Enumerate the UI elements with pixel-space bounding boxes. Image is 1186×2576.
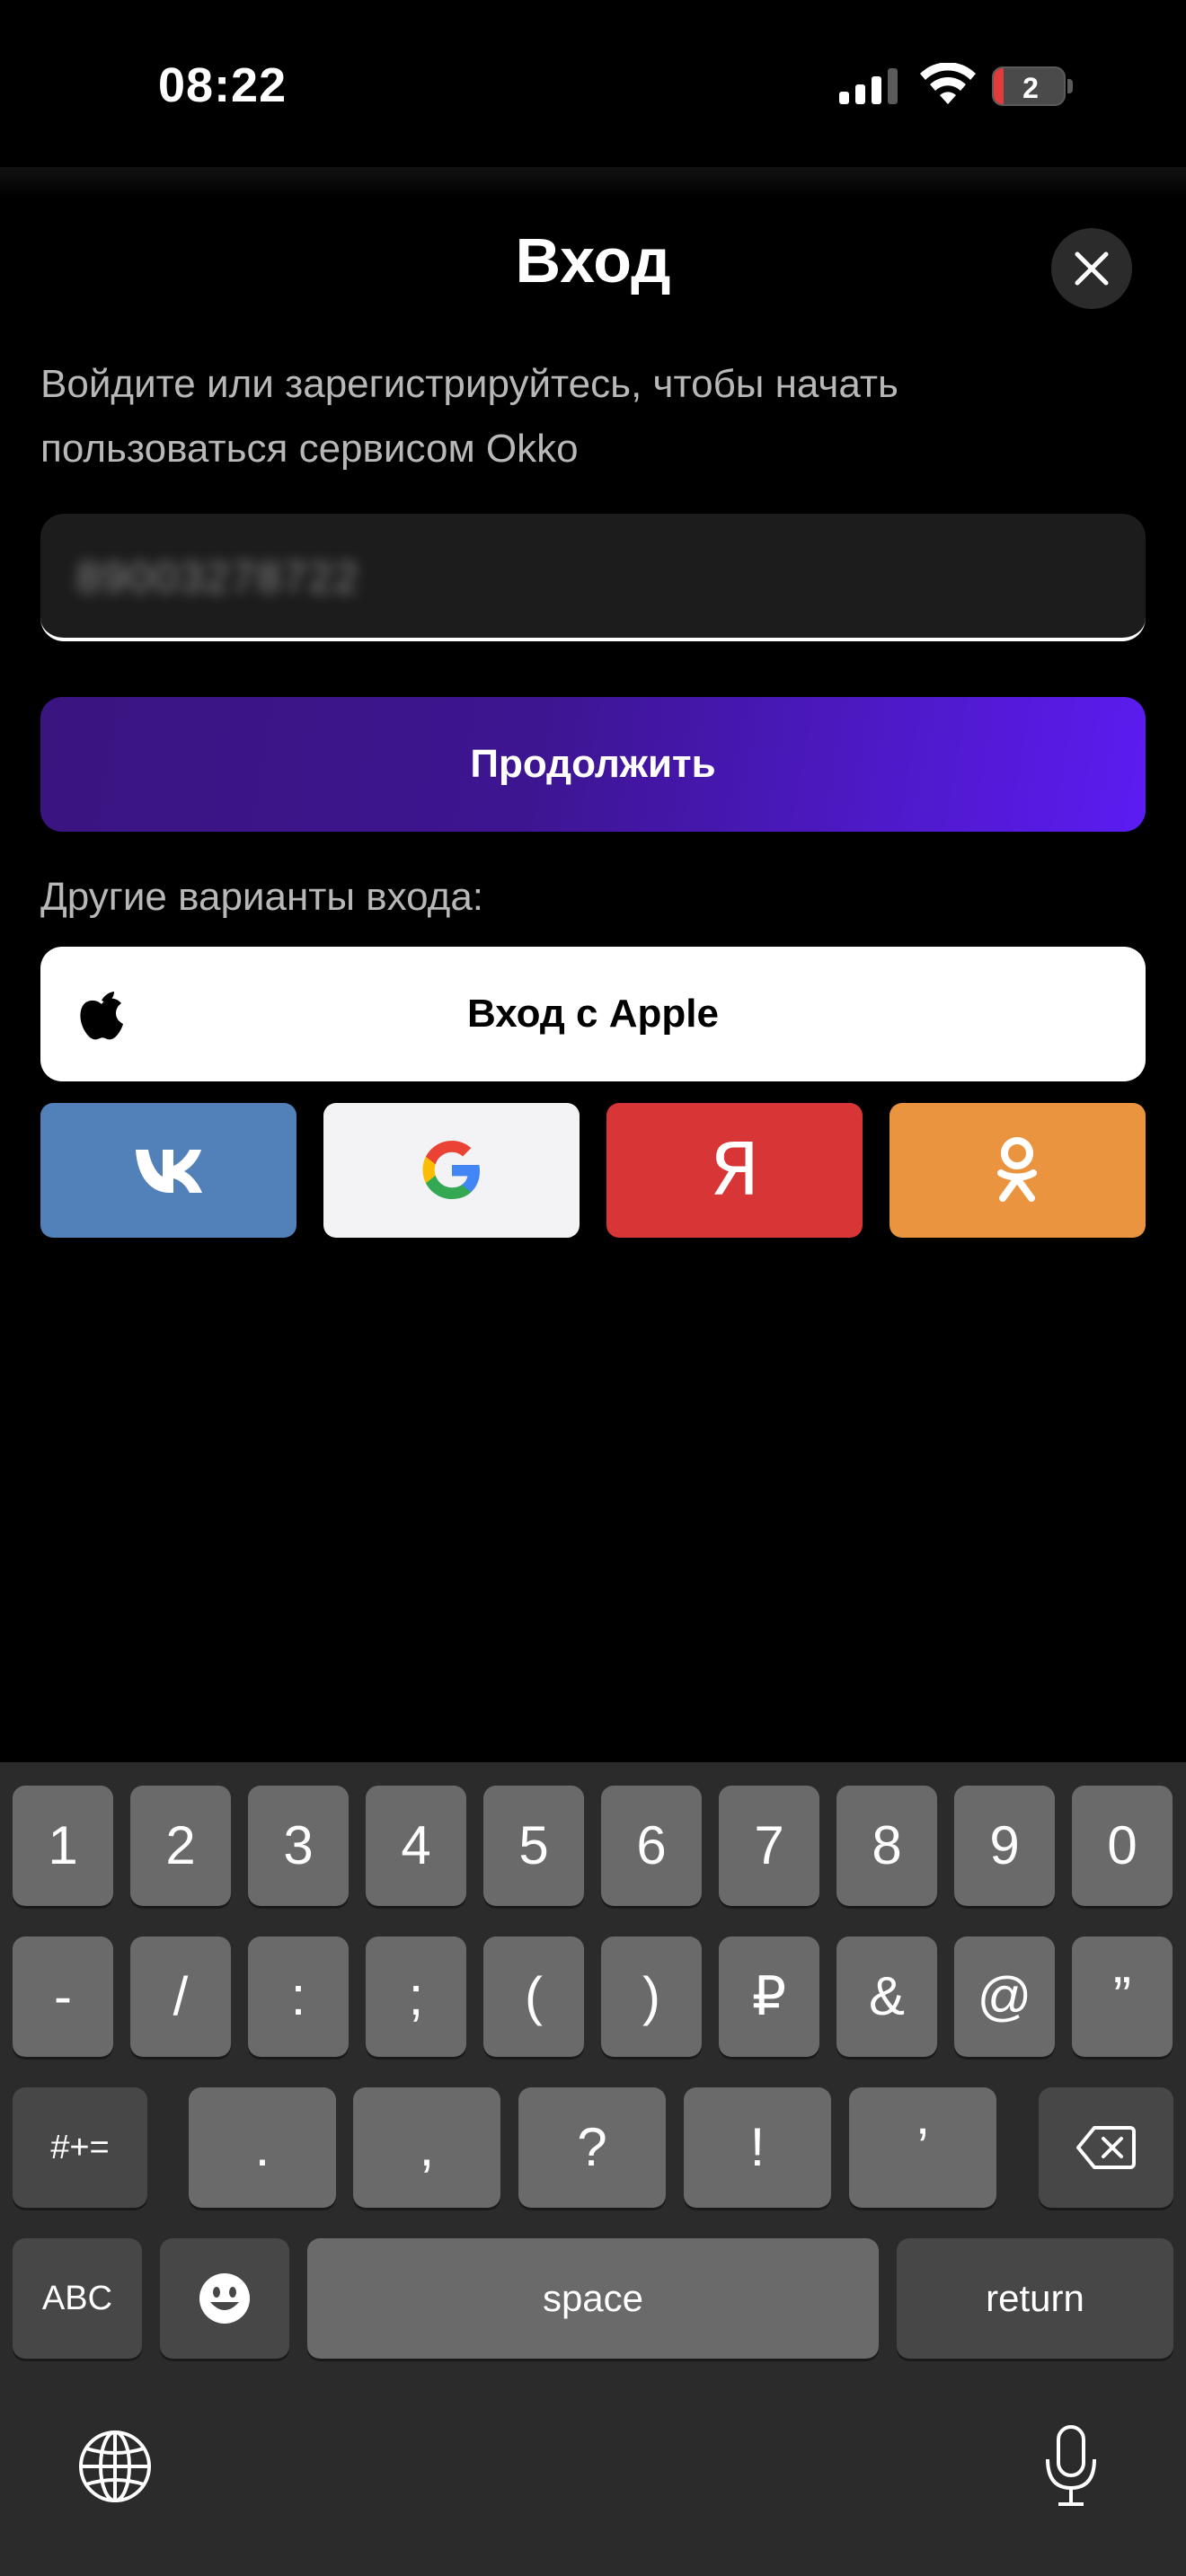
- key-period[interactable]: .: [189, 2087, 336, 2208]
- page-title: Вход: [515, 225, 671, 296]
- numeric-keyboard: 1 2 3 4 5 6 7 8 9 0 - / : ; ( ) ₽ & @ ” …: [0, 1762, 1186, 2576]
- background-peek: [0, 167, 1186, 198]
- login-subtitle: Войдите или зарегистрируйтесь, чтобы нач…: [40, 362, 898, 471]
- key-open-paren[interactable]: (: [483, 1936, 584, 2057]
- other-options-label: Другие варианты входа:: [40, 875, 484, 919]
- ok-login-button[interactable]: [890, 1103, 1146, 1238]
- emoji-key[interactable]: [160, 2238, 289, 2359]
- close-icon[interactable]: [1074, 251, 1110, 287]
- status-bar: 08:22 2: [0, 0, 1186, 180]
- key-question[interactable]: ?: [518, 2087, 666, 2208]
- key-semicolon[interactable]: ;: [366, 1936, 466, 2057]
- apple-logo-icon: [80, 992, 123, 1040]
- phone-input[interactable]: 89003278722: [40, 514, 1146, 641]
- wifi-icon: [920, 63, 976, 104]
- battery-icon: 2: [992, 66, 1073, 106]
- google-login-button[interactable]: [323, 1103, 580, 1238]
- key-ruble[interactable]: ₽: [719, 1936, 819, 2057]
- key-6[interactable]: 6: [601, 1786, 702, 1906]
- google-logo-icon: [422, 1141, 480, 1199]
- vk-login-button[interactable]: [40, 1103, 296, 1238]
- return-key[interactable]: return: [897, 2238, 1173, 2359]
- key-exclamation[interactable]: !: [684, 2087, 831, 2208]
- key-comma[interactable]: ,: [353, 2087, 500, 2208]
- ok-logo-icon: [997, 1137, 1037, 1202]
- key-0[interactable]: 0: [1072, 1786, 1173, 1906]
- key-close-paren[interactable]: ): [601, 1936, 702, 2057]
- battery-body: 2: [992, 66, 1066, 106]
- key-7[interactable]: 7: [719, 1786, 819, 1906]
- key-quote[interactable]: ”: [1072, 1936, 1173, 2057]
- cellular-signal-icon: [839, 68, 898, 104]
- globe-icon[interactable]: [77, 2429, 153, 2504]
- key-9[interactable]: 9: [954, 1786, 1055, 1906]
- key-ampersand[interactable]: &: [836, 1936, 937, 2057]
- key-4[interactable]: 4: [366, 1786, 466, 1906]
- phone-value: 89003278722: [76, 554, 360, 602]
- space-key[interactable]: space: [307, 2238, 879, 2359]
- abc-key[interactable]: ABC: [13, 2238, 142, 2359]
- yandex-login-button[interactable]: Я: [606, 1103, 863, 1238]
- key-slash[interactable]: /: [130, 1936, 231, 2057]
- battery-level: 2: [1022, 72, 1039, 104]
- key-apostrophe[interactable]: ’: [849, 2087, 996, 2208]
- yandex-logo-icon: Я: [709, 1128, 760, 1212]
- apple-login-button[interactable]: Вход с Apple: [40, 947, 1146, 1081]
- microphone-icon[interactable]: [1042, 2423, 1100, 2510]
- vk-logo-icon: [136, 1150, 202, 1193]
- apple-login-label: Вход с Apple: [467, 992, 719, 1036]
- delete-icon: [1076, 2126, 1136, 2169]
- key-8[interactable]: 8: [836, 1786, 937, 1906]
- emoji-icon: [199, 2273, 250, 2324]
- delete-key[interactable]: [1039, 2087, 1173, 2208]
- close-button[interactable]: [1051, 228, 1132, 309]
- symbols-key[interactable]: #+=: [13, 2087, 147, 2208]
- key-hyphen[interactable]: -: [13, 1936, 113, 2057]
- key-at[interactable]: @: [954, 1936, 1055, 2057]
- status-time: 08:22: [158, 58, 288, 112]
- key-3[interactable]: 3: [248, 1786, 349, 1906]
- key-colon[interactable]: :: [248, 1936, 349, 2057]
- key-5[interactable]: 5: [483, 1786, 584, 1906]
- continue-button[interactable]: Продолжить: [40, 697, 1146, 832]
- key-1[interactable]: 1: [13, 1786, 113, 1906]
- key-2[interactable]: 2: [130, 1786, 231, 1906]
- battery-tip: [1067, 79, 1073, 93]
